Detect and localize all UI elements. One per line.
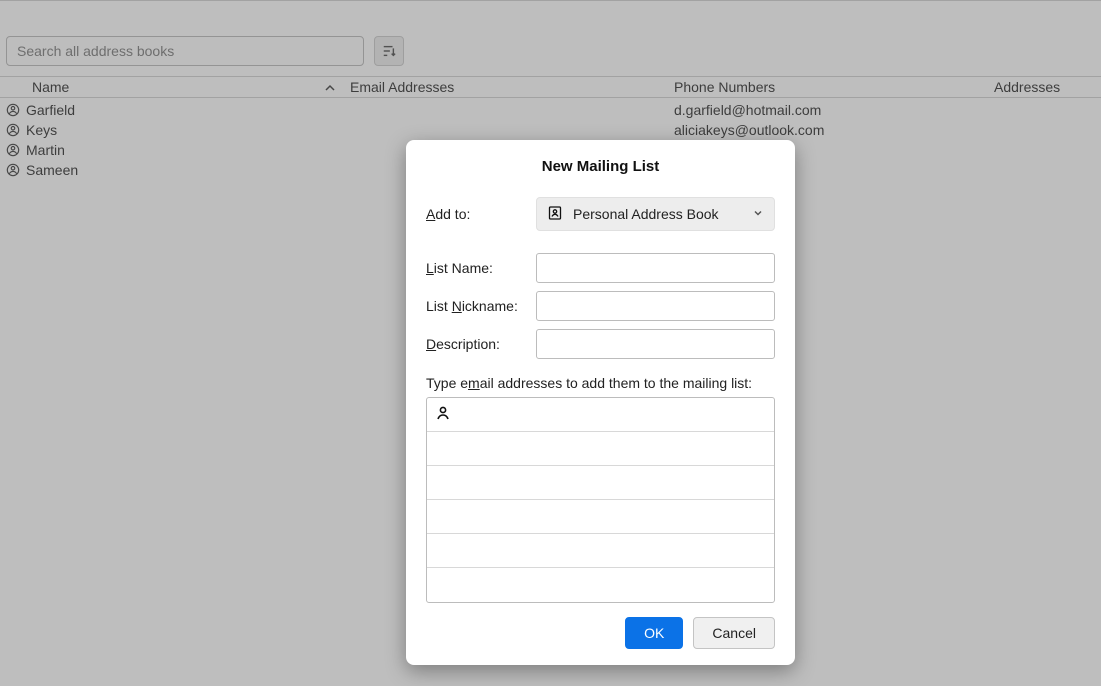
new-mailing-list-dialog: New Mailing List Add to: Personal Addres… bbox=[406, 140, 795, 665]
add-to-label: Add to: bbox=[426, 206, 536, 222]
email-slot[interactable] bbox=[427, 466, 774, 500]
list-nickname-label: List Nickname: bbox=[426, 298, 536, 314]
cancel-button[interactable]: Cancel bbox=[693, 617, 775, 649]
list-nickname-input[interactable] bbox=[536, 291, 775, 321]
email-slot[interactable] bbox=[427, 432, 774, 466]
list-name-label: List Name: bbox=[426, 260, 536, 276]
list-name-input[interactable] bbox=[536, 253, 775, 283]
email-slot[interactable] bbox=[427, 398, 774, 432]
add-to-select[interactable]: Personal Address Book bbox=[536, 197, 775, 231]
email-hint: Type email addresses to add them to the … bbox=[426, 375, 775, 391]
email-slot[interactable] bbox=[427, 500, 774, 534]
email-slot[interactable] bbox=[427, 568, 774, 602]
description-label: Description: bbox=[426, 336, 536, 352]
description-input[interactable] bbox=[536, 329, 775, 359]
ok-button[interactable]: OK bbox=[625, 617, 683, 649]
add-to-value: Personal Address Book bbox=[573, 206, 719, 222]
person-icon bbox=[435, 405, 451, 424]
dialog-title: New Mailing List bbox=[426, 158, 775, 175]
chevron-down-icon bbox=[752, 206, 764, 222]
email-slot[interactable] bbox=[427, 534, 774, 568]
addressbook-icon bbox=[547, 205, 563, 224]
email-address-list bbox=[426, 397, 775, 603]
